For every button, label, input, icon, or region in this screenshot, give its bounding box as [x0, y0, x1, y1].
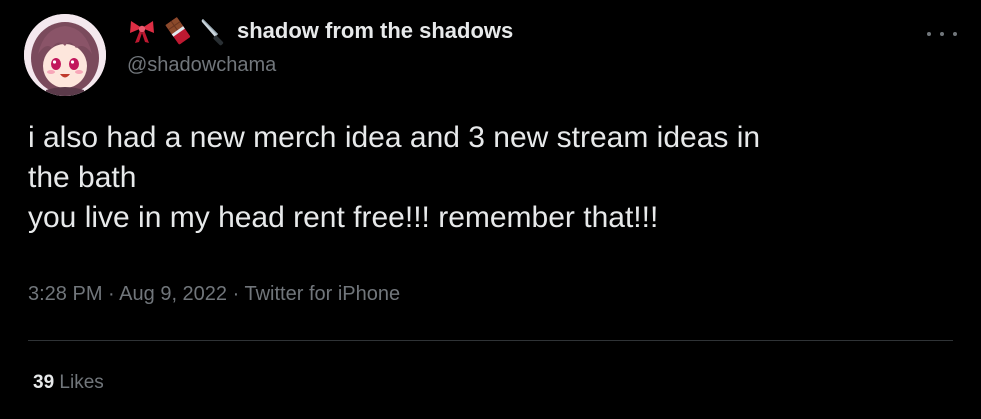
likes-label: Likes — [59, 372, 104, 393]
display-name[interactable]: shadow from the shadows — [237, 18, 513, 44]
meta-separator: · — [232, 283, 240, 305]
tweet-text-line: i also had a new merch idea and 3 new st… — [28, 121, 761, 154]
tweet-date[interactable]: Aug 9, 2022 — [119, 283, 227, 305]
anime-girl-avatar-icon — [24, 14, 106, 96]
tweet-source[interactable]: Twitter for iPhone — [244, 283, 400, 305]
meta-separator: · — [108, 283, 115, 305]
divider — [28, 340, 953, 341]
avatar[interactable] — [24, 14, 106, 96]
tweet-text-line: the bath — [28, 161, 137, 194]
likes-count: 39 — [33, 372, 55, 393]
kitchen-knife-emoji-icon — [199, 16, 229, 46]
author-name-row[interactable]: shadow from the shadows — [127, 16, 513, 46]
more-options-icon[interactable] — [927, 26, 957, 42]
tweet-card: shadow from the shadows @shadowchama i a… — [0, 0, 981, 419]
tweet-text-line: you live in my head rent free!!! remembe… — [28, 201, 659, 234]
tweet-metadata: 3:28 PM · Aug 9, 2022 · Twitter for iPho… — [28, 283, 400, 306]
ribbon-emoji-icon — [127, 16, 157, 46]
chocolate-bar-emoji-icon — [163, 16, 193, 46]
likes-stat[interactable]: 39 Likes — [33, 372, 104, 394]
tweet-text: i also had a new merch idea and 3 new st… — [28, 118, 958, 238]
tweet-time[interactable]: 3:28 PM — [28, 283, 102, 305]
author-handle[interactable]: @shadowchama — [127, 54, 276, 77]
